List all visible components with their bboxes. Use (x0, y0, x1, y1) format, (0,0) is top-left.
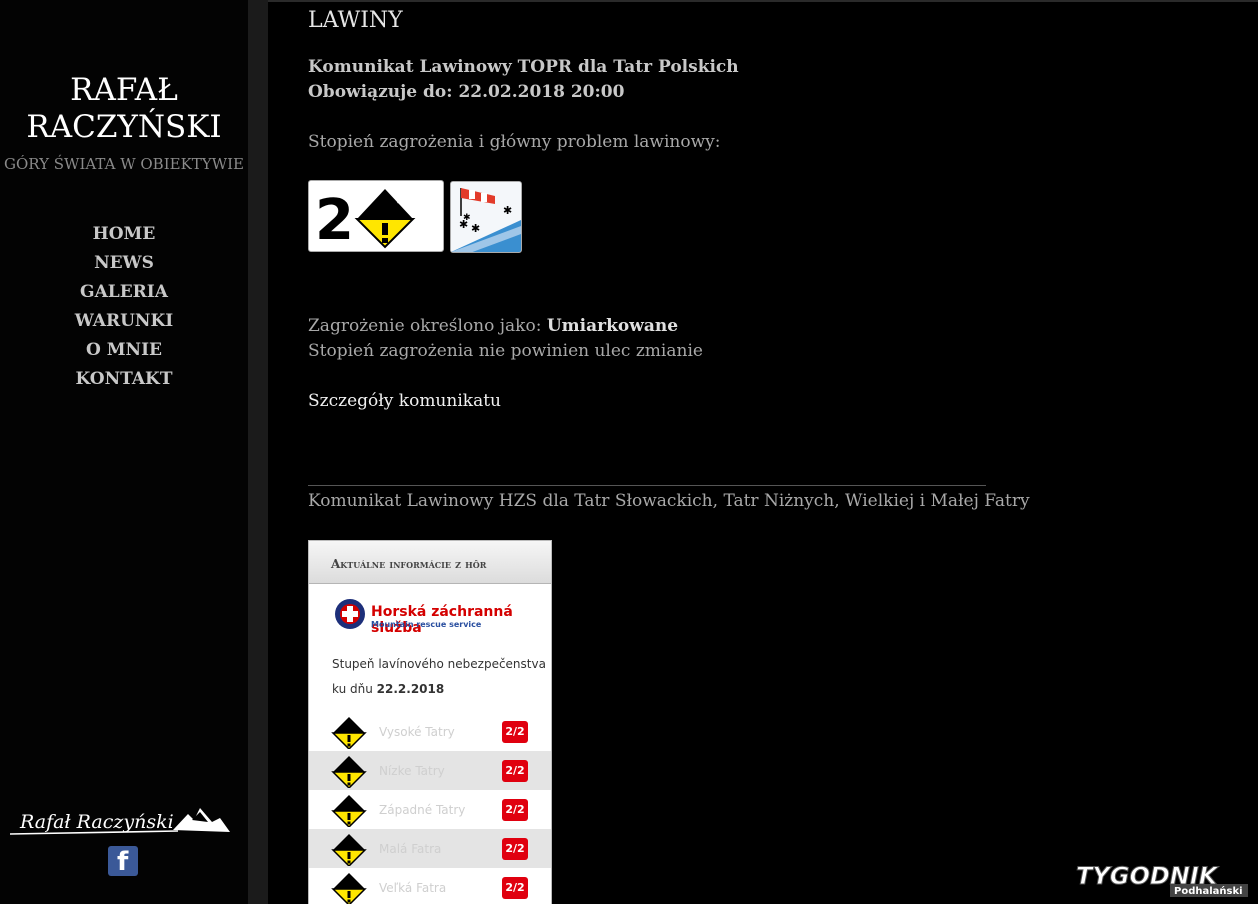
svg-text:✱: ✱ (503, 204, 512, 217)
danger-level-2-icon: 2 (315, 188, 416, 253)
danger-level-label: Stopień zagrożenia i główny problem lawi… (308, 132, 721, 152)
tygodnik-podhalanski-logo[interactable]: TYGODNIK Podhalański (1072, 860, 1252, 898)
avalanche-problem-image: ✱ ✱ ✱ ✱ (450, 181, 522, 253)
nav-o-mnie[interactable]: O MNIE (0, 336, 248, 365)
podhalanski-text: Podhalański (1174, 885, 1243, 897)
region-name: Nízke Tatry (379, 764, 445, 778)
region-row[interactable]: Nízke Tatry 2/2 (309, 751, 551, 790)
region-level-badge: 2/2 (502, 838, 528, 860)
nav-warunki[interactable]: WARUNKI (0, 307, 248, 336)
details-link[interactable]: Szczegóły komunikatu (308, 391, 501, 411)
region-level-badge: 2/2 (502, 721, 528, 743)
brand-tagline: GÓRY ŚWIATA W OBIEKTYWIE (4, 155, 244, 173)
widget-date: 22.2.2018 (376, 682, 445, 696)
region-level-badge: 2/2 (502, 877, 528, 899)
region-name: Vysoké Tatry (379, 725, 455, 739)
trend-text: Stopień zagrożenia nie powinien ulec zmi… (308, 341, 703, 361)
threat-value: Umiarkowane (546, 316, 679, 336)
signature-logo: Rafał Raczyński (9, 808, 230, 835)
widget-date-line: ku dňu 22.2.2018 (332, 682, 445, 696)
nav-kontakt[interactable]: KONTAKT (0, 365, 248, 394)
svg-text:✱: ✱ (463, 213, 471, 223)
danger-warning-icon (331, 795, 367, 827)
topr-valid-until: Obowiązuje do: 22.02.2018 20:00 (308, 82, 625, 102)
facebook-icon[interactable]: f (108, 846, 138, 877)
region-name: Veľká Fatra (379, 881, 447, 895)
svg-text:2: 2 (315, 188, 354, 251)
wind-slab-icon: ✱ ✱ ✱ ✱ (451, 182, 521, 252)
sidebar: RAFAŁ RACZYŃSKI GÓRY ŚWIATA W OBIEKTYWIE… (0, 0, 248, 904)
region-row[interactable]: Vysoké Tatry 2/2 (309, 712, 551, 751)
region-name: Malá Fatra (379, 842, 442, 856)
region-level-badge: 2/2 (502, 760, 528, 782)
brand-name-first[interactable]: RAFAŁ (0, 72, 248, 109)
danger-level-image: 2 (308, 180, 444, 253)
widget-header: Aktuálne informácie z hôr (309, 541, 551, 584)
region-level-badge: 2/2 (502, 799, 528, 821)
danger-warning-icon (331, 756, 367, 788)
main-nav: HOME NEWS GALERIA WARUNKI O MNIE KONTAKT (0, 220, 248, 394)
nav-galeria[interactable]: GALERIA (0, 278, 248, 307)
sidebar-edge (248, 0, 268, 904)
danger-warning-icon (331, 873, 367, 904)
widget-level-label: Stupeň lavínového nebezpečenstva (332, 657, 546, 671)
svg-text:✱: ✱ (471, 222, 480, 235)
danger-warning-icon (331, 717, 367, 749)
region-row[interactable]: Západné Tatry 2/2 (309, 790, 551, 829)
page-title: LAWINY (308, 8, 403, 33)
threat-description: Zagrożenie określono jako: Umiarkowane (308, 316, 679, 336)
signature-text: Rafał Raczyński (19, 811, 174, 833)
divider (308, 485, 986, 486)
region-name: Západné Tatry (379, 803, 466, 817)
hzs-logo-icon (335, 599, 365, 629)
nav-home[interactable]: HOME (0, 220, 248, 249)
hzs-title: Komunikat Lawinowy HZS dla Tatr Słowacki… (308, 491, 1030, 511)
brand-name-last[interactable]: RACZYŃSKI (0, 109, 248, 146)
region-row[interactable]: Veľká Fatra 2/2 (309, 868, 551, 904)
hzs-widget: Aktuálne informácie z hôr Horská záchran… (308, 540, 552, 904)
nav-news[interactable]: NEWS (0, 249, 248, 278)
hzs-logo-subtitle: Mountain rescue service (371, 620, 482, 629)
topr-title: Komunikat Lawinowy TOPR dla Tatr Polskic… (308, 57, 739, 77)
region-row[interactable]: Malá Fatra 2/2 (309, 829, 551, 868)
danger-warning-icon (331, 834, 367, 866)
